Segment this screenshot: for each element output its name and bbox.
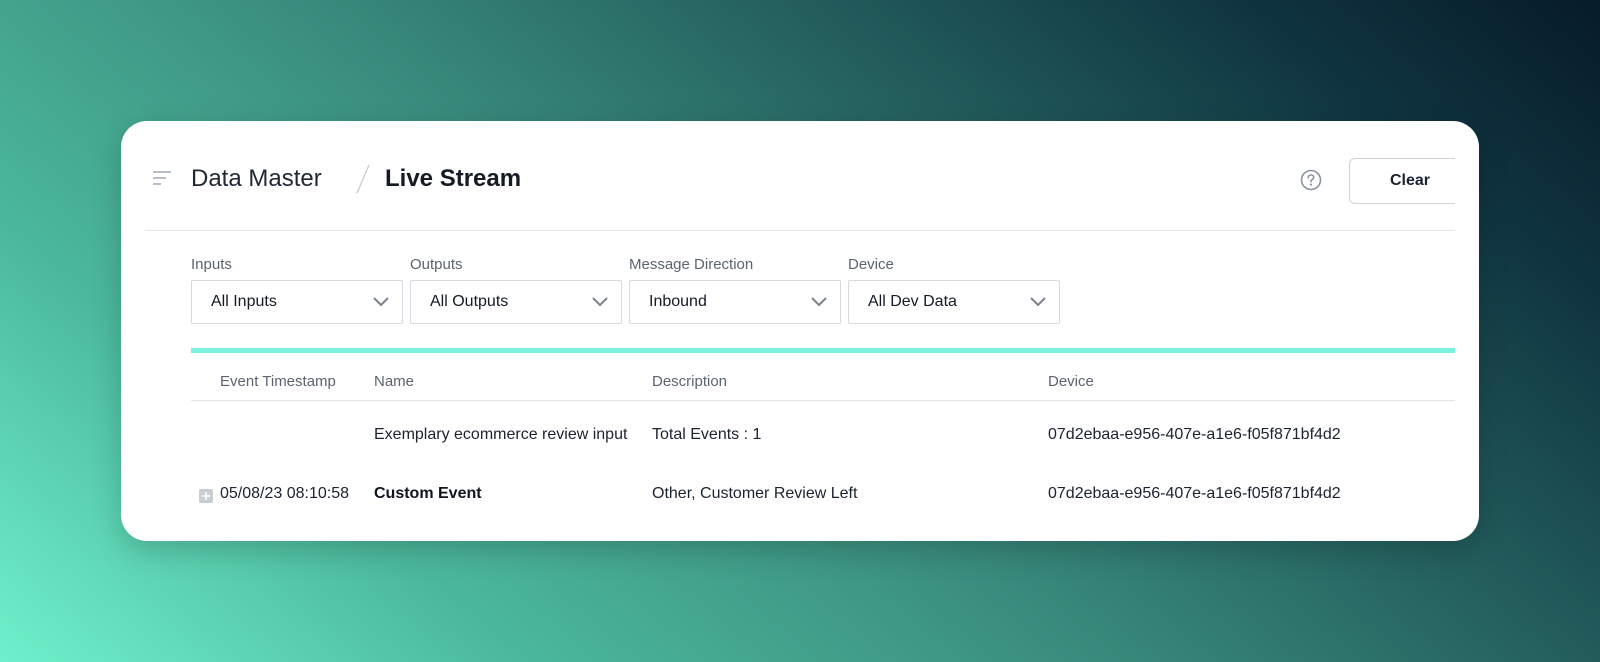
- chevron-down-icon: [592, 297, 608, 307]
- outputs-select[interactable]: All Outputs: [410, 280, 622, 324]
- column-header-timestamp[interactable]: Event Timestamp: [220, 373, 336, 390]
- column-header-name[interactable]: Name: [374, 373, 414, 390]
- event-device: 07d2ebaa-e956-407e-a1e6-f05f871bf4d2: [1048, 485, 1341, 502]
- table-row[interactable]: 05/08/23 08:10:58 Custom Event Other, Cu…: [191, 481, 1455, 511]
- filter-label: Message Direction: [629, 256, 754, 273]
- group-name: Exemplary ecommerce review input: [374, 426, 628, 443]
- group-device: 07d2ebaa-e956-407e-a1e6-f05f871bf4d2: [1048, 426, 1341, 443]
- message-direction-select[interactable]: Inbound: [629, 280, 841, 324]
- chevron-down-icon: [1030, 297, 1046, 307]
- table-group-row[interactable]: Exemplary ecommerce review input Total E…: [191, 422, 1455, 452]
- filter-label: Outputs: [410, 256, 463, 273]
- column-header-device[interactable]: Device: [1048, 373, 1094, 390]
- event-name: Custom Event: [374, 485, 482, 502]
- filter-outputs: Outputs All Outputs: [410, 256, 622, 324]
- event-description: Other, Customer Review Left: [652, 485, 858, 502]
- question-circle-icon[interactable]: [1300, 169, 1322, 191]
- filter-device: Device All Dev Data: [848, 256, 1060, 324]
- table-header: Event Timestamp Name Description Device: [191, 365, 1455, 401]
- page-title: Live Stream: [385, 165, 522, 192]
- chevron-down-icon: [373, 297, 389, 307]
- clear-button[interactable]: Clear: [1349, 158, 1455, 204]
- column-header-description[interactable]: Description: [652, 373, 727, 390]
- select-value: Inbound: [649, 293, 707, 310]
- select-value: All Dev Data: [868, 293, 957, 310]
- select-value: All Inputs: [211, 293, 277, 310]
- panel-header: Data Master Live Stream Clear: [145, 121, 1455, 231]
- menu-lines-icon[interactable]: [153, 171, 171, 185]
- breadcrumb-root[interactable]: Data Master: [191, 165, 322, 193]
- filter-label: Inputs: [191, 256, 232, 273]
- live-stream-panel: Data Master Live Stream Clear Inputs All…: [121, 121, 1479, 541]
- inputs-select[interactable]: All Inputs: [191, 280, 403, 324]
- breadcrumb-separator: [356, 164, 370, 194]
- select-value: All Outputs: [430, 293, 509, 310]
- filter-inputs: Inputs All Inputs: [191, 256, 403, 324]
- event-timestamp: 05/08/23 08:10:58: [220, 485, 350, 502]
- expand-plus-icon[interactable]: [199, 489, 213, 503]
- device-select[interactable]: All Dev Data: [848, 280, 1060, 324]
- filter-message-direction: Message Direction Inbound: [629, 256, 841, 324]
- chevron-down-icon: [811, 297, 827, 307]
- filter-label: Device: [848, 256, 894, 273]
- accent-divider: [191, 348, 1455, 353]
- group-description: Total Events : 1: [652, 426, 762, 443]
